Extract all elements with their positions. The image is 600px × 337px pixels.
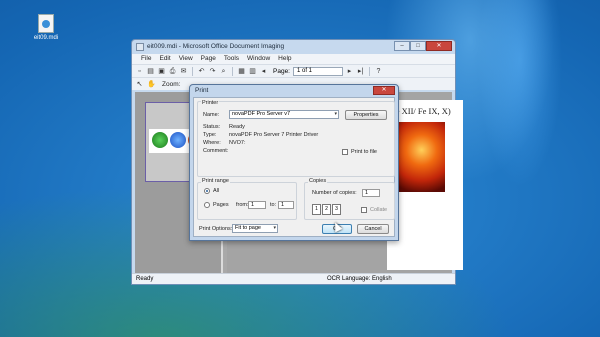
chevron-down-icon: ▾ [273, 225, 276, 231]
collate-page-icon: 1 [312, 204, 321, 215]
print-to-file-label: Print to file [351, 149, 377, 155]
main-toolbar: ▫ ▤ ▣ ⎙ ✉ ↶ ↷ ⌕ ▦ ▥ ◂ Page: 1 of 1 ▸ ▸| … [132, 64, 455, 77]
send-icon[interactable]: ✉ [179, 67, 188, 76]
menu-help[interactable]: Help [274, 54, 295, 64]
where-label: Where: [203, 140, 221, 146]
print-to-file-checkbox[interactable] [342, 149, 348, 155]
menu-edit[interactable]: Edit [155, 54, 174, 64]
app-icon [136, 43, 144, 51]
status-bar: Ready OCR Language: English [132, 273, 455, 284]
all-radio[interactable] [204, 188, 210, 194]
pages-label: Pages [213, 202, 229, 208]
copies-label: Copies [308, 178, 328, 184]
print-options-select[interactable]: Fit to page ▾ [232, 224, 278, 233]
menu-tools[interactable]: Tools [220, 54, 243, 64]
app-title: eit009.mdi - Microsoft Office Document I… [147, 43, 285, 50]
where-value: NVO7: [229, 140, 246, 146]
menu-view[interactable]: View [175, 54, 197, 64]
copies-input[interactable]: 1 [362, 189, 380, 197]
type-label: Type: [203, 132, 217, 138]
pages-icon[interactable]: ▦ [237, 67, 246, 76]
from-input[interactable]: 1 [248, 201, 266, 209]
maximize-button[interactable]: □ [410, 41, 426, 51]
to-label: to: [270, 202, 277, 208]
name-label: Name: [203, 112, 220, 118]
green-sun-image [152, 132, 168, 148]
toolbar-separator [369, 66, 370, 76]
comment-label: Comment: [203, 148, 229, 154]
number-of-copies-label: Number of copies: [312, 190, 357, 196]
close-button[interactable]: ✕ [426, 41, 452, 51]
status-value: Ready [229, 124, 245, 130]
collate-checkbox[interactable] [361, 207, 367, 213]
printer-name-value: novaPDF Pro Server v7 [232, 111, 291, 117]
select-arrow-icon[interactable]: ↖ [135, 80, 144, 89]
collate-label: Collate [370, 207, 388, 213]
menu-window[interactable]: Window [243, 54, 274, 64]
pages-radio[interactable] [204, 202, 210, 208]
save-icon[interactable]: ▣ [157, 67, 166, 76]
status-label: Status: [203, 124, 221, 130]
new-icon[interactable]: ▫ [135, 67, 144, 76]
print-options-value: Fit to page [235, 225, 261, 231]
type-value: novaPDF Pro Server 7 Printer Driver [229, 132, 319, 138]
all-label: All [213, 188, 220, 194]
page-input[interactable]: 1 of 1 [293, 66, 343, 76]
print-dialog: Print ✕ Printer Name: novaPDF Pro Server… [189, 84, 399, 241]
printer-section-label: Printer [201, 100, 220, 106]
cancel-button[interactable]: Cancel [357, 224, 389, 234]
ocr-language: OCR Language: English [327, 276, 392, 282]
status-text: Ready [136, 276, 154, 282]
dialog-close-button[interactable]: ✕ [373, 86, 395, 95]
app-titlebar[interactable]: eit009.mdi - Microsoft Office Document I… [132, 40, 455, 54]
toolbar-separator [192, 66, 193, 76]
toolbar-separator [232, 66, 233, 76]
page-label: Page: [273, 67, 290, 75]
next-page-icon[interactable]: ▸ [345, 67, 354, 76]
from-label: from: [236, 202, 249, 208]
sun-image [393, 122, 445, 192]
chevron-down-icon: ▾ [334, 111, 337, 117]
document-heading: Fe XII/ Fe IX, X) [391, 106, 451, 116]
reading-view-icon[interactable]: ▥ [248, 67, 257, 76]
help-icon[interactable]: ? [374, 67, 383, 76]
collate-page-icon: 3 [332, 204, 341, 215]
print-options-label: Print Options: [199, 226, 233, 232]
collate-illustration: 1 2 3 [312, 204, 341, 215]
zoom-label: Zoom: [162, 80, 181, 88]
blue-sun-image [170, 132, 186, 148]
printer-name-select[interactable]: novaPDF Pro Server v7 ▾ [229, 110, 339, 119]
minimize-button[interactable]: – [394, 41, 410, 51]
page-navigator: Page: 1 of 1 [273, 66, 343, 76]
menu-page[interactable]: Page [197, 54, 220, 64]
desktop-icon-label: eit09.mdi [33, 35, 59, 41]
properties-button[interactable]: Properties [345, 110, 387, 120]
menu-bar: File Edit View Page Tools Window Help [132, 54, 455, 64]
redo-icon[interactable]: ↷ [208, 67, 217, 76]
hand-icon[interactable]: ✋ [147, 80, 156, 89]
mdi-file-icon [38, 14, 54, 33]
last-page-icon[interactable]: ▸| [356, 67, 365, 76]
open-icon[interactable]: ▤ [146, 67, 155, 76]
dialog-body: Printer Name: novaPDF Pro Server v7 ▾ Pr… [193, 97, 395, 237]
previous-page-icon[interactable]: ◂ [259, 67, 268, 76]
dialog-titlebar[interactable]: Print ✕ [190, 85, 398, 97]
collate-page-icon: 2 [322, 204, 331, 215]
print-icon[interactable]: ⎙ [168, 67, 177, 76]
find-icon[interactable]: ⌕ [219, 67, 228, 76]
menu-file[interactable]: File [137, 54, 155, 64]
undo-icon[interactable]: ↶ [197, 67, 206, 76]
desktop-file-icon[interactable]: eit09.mdi [28, 14, 64, 41]
print-range-label: Print range [201, 178, 230, 184]
to-input[interactable]: 1 [278, 201, 294, 209]
dialog-title: Print [195, 87, 209, 94]
